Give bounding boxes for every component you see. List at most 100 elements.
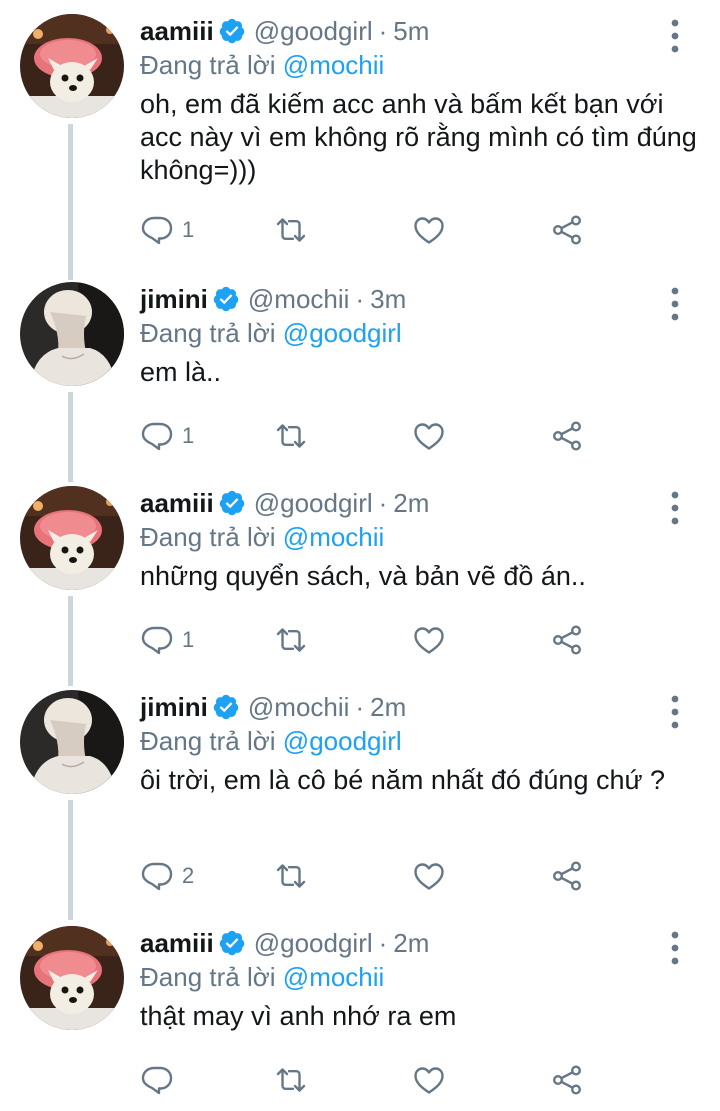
like-button[interactable] [412,856,446,896]
display-name[interactable]: aamiii [140,14,214,48]
user-handle[interactable]: @goodgirl [254,14,373,48]
reply-count: 1 [182,217,195,242]
tweet-text: ôi trời, em là cô bé năm nhất đó đúng ch… [140,765,666,795]
more-options-icon[interactable] [668,490,682,526]
dog-avatar[interactable] [20,14,124,118]
reply-icon [140,213,174,247]
reply-button[interactable] [140,1060,182,1100]
tweet-text: oh, em đã kiếm acc anh và bấm kết bạn vớ… [140,89,697,185]
dog-avatar[interactable] [20,486,124,590]
tweet[interactable]: aamiii @goodgirl · 2m Đang trả lời @moch… [0,926,720,1111]
tweet[interactable]: jimini @mochii · 2m Đang trả lời @goodgi… [0,690,720,920]
share-button[interactable] [550,620,584,660]
reply-mention-link[interactable]: @mochii [283,962,385,992]
reply-prefix: Đang trả lời [140,318,276,348]
verified-badge-icon [218,929,246,957]
user-handle[interactable]: @goodgirl [254,926,373,960]
reply-mention-link[interactable]: @mochii [283,522,385,552]
timestamp[interactable]: 2m [370,690,406,724]
reply-button[interactable]: 2 [140,856,194,896]
tweet-actions: 1 [140,620,600,660]
more-options-icon[interactable] [668,286,682,322]
reply-button[interactable]: 1 [140,210,194,250]
timestamp[interactable]: 3m [370,282,406,316]
share-button[interactable] [550,856,584,896]
share-icon [550,419,584,453]
verified-badge-icon [218,489,246,517]
person-avatar[interactable] [20,282,124,386]
tweet[interactable]: aamiii @goodgirl · 5m Đang trả lời @moch… [0,14,720,264]
retweet-button[interactable] [274,416,308,456]
tweet-text: thật may vì anh nhớ ra em [140,1001,457,1031]
timestamp[interactable]: 2m [393,486,429,520]
timestamp[interactable]: 5m [393,14,429,48]
share-icon [550,213,584,247]
retweet-button[interactable] [274,210,308,250]
reply-mention-link[interactable]: @goodgirl [283,726,402,756]
reply-icon [140,419,174,453]
retweet-button[interactable] [274,856,308,896]
verified-badge-icon [212,285,240,313]
share-icon [550,1063,584,1097]
tweet[interactable]: aamiii @goodgirl · 2m Đang trả lời @moch… [0,486,720,686]
retweet-icon [274,623,308,657]
replying-to: Đang trả lời @mochii [140,960,700,994]
reply-prefix: Đang trả lời [140,522,276,552]
share-button[interactable] [550,1060,584,1100]
heart-icon [412,213,446,247]
reply-icon [140,859,174,893]
replying-to: Đang trả lời @mochii [140,48,700,82]
verified-badge-icon [218,17,246,45]
tweet[interactable]: jimini @mochii · 3m Đang trả lời @goodgi… [0,282,720,482]
tweet-text: những quyển sách, và bản vẽ đồ án.. [140,561,586,591]
user-handle[interactable]: @goodgirl [254,486,373,520]
like-button[interactable] [412,620,446,660]
replying-to: Đang trả lời @goodgirl [140,724,700,758]
display-name[interactable]: aamiii [140,926,214,960]
retweet-button[interactable] [274,620,308,660]
timestamp[interactable]: 2m [393,926,429,960]
user-handle[interactable]: @mochii [248,690,350,724]
like-button[interactable] [412,210,446,250]
more-options-icon[interactable] [668,694,682,730]
tweet-actions: 1 [140,416,600,456]
display-name[interactable]: jimini [140,690,208,724]
like-button[interactable] [412,416,446,456]
heart-icon [412,419,446,453]
tweet-actions: 2 [140,856,600,896]
share-button[interactable] [550,416,584,456]
reply-prefix: Đang trả lời [140,50,276,80]
reply-mention-link[interactable]: @mochii [283,50,385,80]
more-options-icon[interactable] [668,18,682,54]
reply-button[interactable]: 1 [140,416,194,456]
separator-dot: · [378,928,388,958]
reply-button[interactable]: 1 [140,620,194,660]
reply-mention-link[interactable]: @goodgirl [283,318,402,348]
tweet-actions [140,1060,600,1100]
user-handle[interactable]: @mochii [248,282,350,316]
retweet-button[interactable] [274,1060,308,1100]
reply-count: 2 [182,863,195,888]
person-avatar[interactable] [20,690,124,794]
display-name[interactable]: aamiii [140,486,214,520]
reply-icon [140,623,174,657]
heart-icon [412,623,446,657]
display-name[interactable]: jimini [140,282,208,316]
separator-dot: · [378,16,388,46]
separator-dot: · [355,284,365,314]
verified-badge-icon [212,693,240,721]
reply-prefix: Đang trả lời [140,726,276,756]
retweet-icon [274,419,308,453]
share-icon [550,859,584,893]
separator-dot: · [378,488,388,518]
dog-avatar[interactable] [20,926,124,1030]
more-options-icon[interactable] [668,930,682,966]
retweet-icon [274,1063,308,1097]
reply-count: 1 [182,627,195,652]
replying-to: Đang trả lời @mochii [140,520,700,554]
reply-prefix: Đang trả lời [140,962,276,992]
share-button[interactable] [550,210,584,250]
tweet-text: em là.. [140,357,222,387]
like-button[interactable] [412,1060,446,1100]
separator-dot: · [355,692,365,722]
